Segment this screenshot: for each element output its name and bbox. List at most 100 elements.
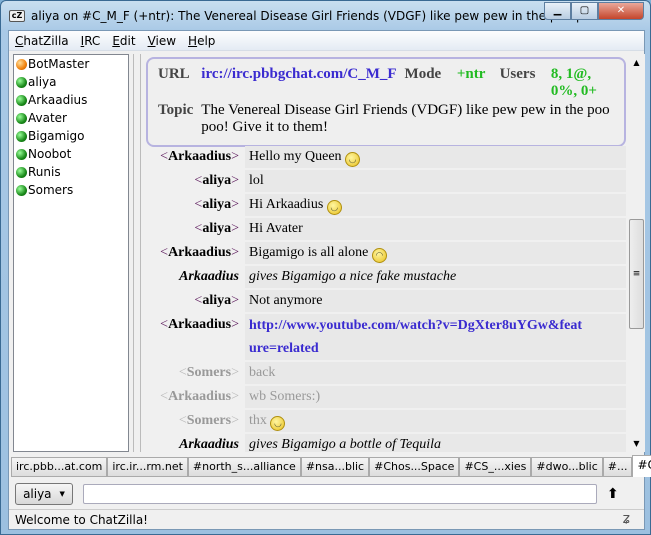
message-row: <Arkaadius> http://www.youtube.com/watch?… xyxy=(142,314,628,360)
nickname-button[interactable]: aliya ▼ xyxy=(15,483,73,505)
mode-value: +ntr xyxy=(456,66,486,82)
user-item[interactable]: Runis xyxy=(14,163,128,181)
scroll-down-arrow-icon[interactable]: ▼ xyxy=(628,435,645,452)
title-bar: cZ aliya on #C_M_F (+ntr): The Venereal … xyxy=(9,7,610,25)
menu-irc[interactable]: IRC xyxy=(75,34,107,48)
message-row: <Arkaadius> wb Somers:) xyxy=(142,386,628,408)
user-item[interactable]: BotMaster xyxy=(14,55,128,73)
message-text: gives Bigamigo a bottle of Tequila xyxy=(245,434,626,452)
menu-help[interactable]: Help xyxy=(182,34,221,48)
topic-text: The Venereal Disease Girl Friends (VDGF)… xyxy=(201,102,610,135)
users-value: 8, 1@, 0%, 0+ xyxy=(550,66,597,99)
voice-status-icon xyxy=(16,112,27,124)
menu-view[interactable]: View xyxy=(142,34,182,48)
message-text: gives Bigamigo a nice fake mustache xyxy=(245,266,626,288)
tab-view[interactable]: #C...F xyxy=(632,455,651,477)
scroll-up-arrow-icon[interactable]: ▲ xyxy=(628,54,645,71)
message-nick[interactable]: Arkaadius xyxy=(142,266,245,288)
operator-status-icon xyxy=(16,58,27,70)
message-body: back xyxy=(249,365,276,380)
message-link[interactable]: http://www.youtube.com/watch?v=DgXter8uY… xyxy=(249,318,582,356)
tab-view[interactable]: #north_s...alliance xyxy=(187,457,301,477)
window: cZ aliya on #C_M_F (+ntr): The Venereal … xyxy=(0,0,651,535)
nick-name: aliya xyxy=(202,173,232,188)
user-item[interactable]: Noobot xyxy=(14,145,128,163)
tab-view[interactable]: #CS_...xies xyxy=(459,457,532,477)
message-nick[interactable]: <Somers> xyxy=(142,362,245,384)
dropdown-arrow-icon: ▼ xyxy=(59,490,65,498)
user-item[interactable]: Arkaadius xyxy=(14,91,128,109)
message-body: lol xyxy=(249,173,264,188)
menu-chatzilla[interactable]: ChatZilla xyxy=(9,34,75,48)
url-label: URL xyxy=(158,66,190,82)
message-list: <Arkaadius> Hello my Queen ◡ <aliya> lol <al… xyxy=(142,146,628,452)
message-body: gives Bigamigo a bottle of Tequila xyxy=(249,437,441,452)
tab-view[interactable]: #... xyxy=(602,457,633,477)
message-row: <Somers> thx ◡ xyxy=(142,410,628,432)
grin-emoticon-icon: ◡ xyxy=(345,152,361,167)
message-nick[interactable]: <aliya> xyxy=(142,194,245,216)
channel-url[interactable]: irc://irc.pbbgchat.com/C_M_F xyxy=(201,66,396,82)
chat-view: URL irc://irc.pbbgchat.com/C_M_F Mode +n… xyxy=(142,54,628,452)
message-text: wb Somers:) xyxy=(245,386,626,408)
smile-emoticon-icon: ◡ xyxy=(326,200,342,215)
chat-scrollbar[interactable]: ▲ ≡ ▼ xyxy=(628,54,645,452)
message-nick[interactable]: <Somers> xyxy=(142,410,245,432)
mode-label: Mode xyxy=(404,66,442,82)
nick-name: Arkaadius xyxy=(168,245,232,260)
scroll-thumb[interactable]: ≡ xyxy=(629,219,644,329)
menu-edit[interactable]: Edit xyxy=(106,34,141,48)
close-button[interactable]: ✕ xyxy=(598,2,644,20)
voice-status-icon xyxy=(16,184,27,196)
message-nick[interactable]: <aliya> xyxy=(142,170,245,192)
message-row: <Somers> back xyxy=(142,362,628,384)
minimize-button[interactable]: ▁ xyxy=(544,2,571,20)
splitter[interactable] xyxy=(133,54,141,452)
view-tabs: irc.pbb...at.com irc.ir...rm.net #north_s.… xyxy=(11,455,651,477)
message-row: <Arkaadius> Hello my Queen ◡ xyxy=(142,146,628,168)
voice-status-icon xyxy=(16,130,27,142)
status-bar: Welcome to ChatZilla! ʑ xyxy=(9,509,644,529)
tab-view[interactable]: #Chos...Space xyxy=(369,457,460,477)
user-name: Noobot xyxy=(28,147,72,161)
user-item[interactable]: Bigamigo xyxy=(14,127,128,145)
message-text: back xyxy=(245,362,626,384)
tab-view[interactable]: irc.pbb...at.com xyxy=(11,457,108,477)
tab-view[interactable]: #dwo...blic xyxy=(531,457,603,477)
maximize-button[interactable]: ▢ xyxy=(571,2,598,20)
message-row: <aliya> Hi Avater xyxy=(142,218,628,240)
window-title: aliya on #C_M_F (+ntr): The Venereal Dis… xyxy=(31,9,610,23)
nick-name: Arkaadius xyxy=(168,149,232,164)
users-label: Users xyxy=(499,66,536,82)
user-name: Bigamigo xyxy=(28,129,85,143)
message-text[interactable]: http://www.youtube.com/watch?v=DgXter8uY… xyxy=(245,314,626,360)
message-text: Hi Arkaadius ◡ xyxy=(245,194,626,216)
user-name: Runis xyxy=(28,165,61,179)
nick-name: Arkaadius xyxy=(179,437,239,452)
nick-name: Arkaadius xyxy=(168,317,232,332)
user-list[interactable]: BotMaster aliya Arkaadius Avater Bigamigo Noo… xyxy=(13,54,129,452)
user-item[interactable]: aliya xyxy=(14,73,128,91)
tab-view[interactable]: irc.ir...rm.net xyxy=(107,457,188,477)
message-nick[interactable]: <Arkaadius> xyxy=(142,386,245,408)
message-text: lol xyxy=(245,170,626,192)
message-nick[interactable]: <aliya> xyxy=(142,218,245,240)
message-row: <aliya> lol xyxy=(142,170,628,192)
message-row: <aliya> Hi Arkaadius ◡ xyxy=(142,194,628,216)
message-input[interactable] xyxy=(83,484,597,504)
user-item[interactable]: Avater xyxy=(14,109,128,127)
message-nick[interactable]: Arkaadius xyxy=(142,434,245,452)
multiline-toggle-arrow-icon[interactable]: ⬆ xyxy=(607,486,619,502)
message-nick[interactable]: <Arkaadius> xyxy=(142,314,245,360)
message-nick[interactable]: <Arkaadius> xyxy=(142,146,245,168)
message-text: Hi Avater xyxy=(245,218,626,240)
chatzilla-status-icon: ʑ xyxy=(622,511,630,527)
menu-bar: ChatZilla IRC Edit View Help xyxy=(9,31,644,51)
tab-view[interactable]: #nsa...blic xyxy=(300,457,370,477)
message-body: thx xyxy=(249,413,267,428)
user-name: Avater xyxy=(28,111,67,125)
chatzilla-logo-icon: cZ xyxy=(9,10,25,22)
user-item[interactable]: Somers xyxy=(14,181,128,199)
message-nick[interactable]: <Arkaadius> xyxy=(142,242,245,264)
message-nick[interactable]: <aliya> xyxy=(142,290,245,312)
